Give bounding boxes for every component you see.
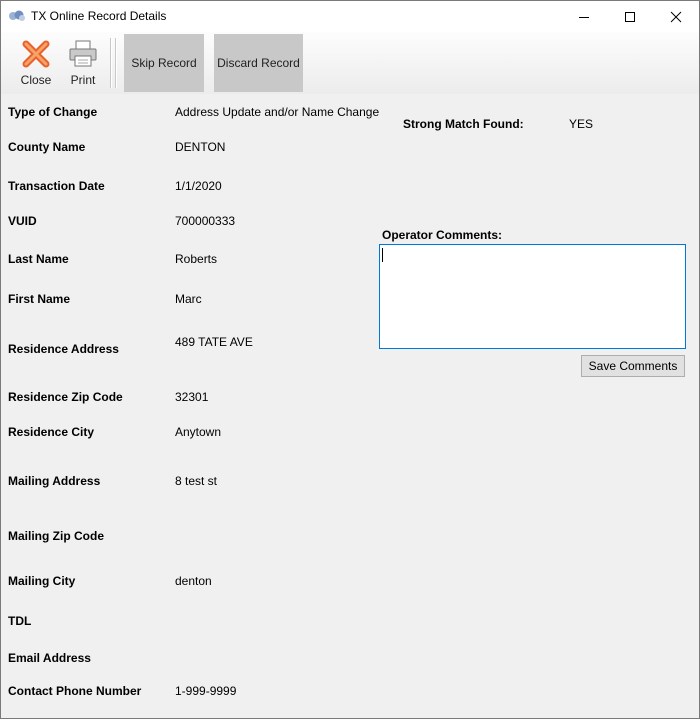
record-details-window: TX Online Record Details Close Print Ski… (0, 0, 700, 719)
transaction-date-label: Transaction Date (8, 179, 105, 193)
transaction-date-value: 1/1/2020 (175, 179, 222, 193)
vuid-value: 700000333 (175, 214, 236, 228)
mailing-city-value: denton (175, 574, 212, 588)
mailing-city-label: Mailing City (8, 574, 76, 588)
last-name-value: Roberts (175, 252, 218, 266)
minimize-button[interactable] (561, 1, 607, 32)
minimize-icon (579, 16, 589, 18)
close-window-button[interactable] (653, 1, 699, 32)
last-name-label: Last Name (8, 252, 69, 266)
first-name-label: First Name (8, 292, 71, 306)
operator-comments-label: Operator Comments: (382, 228, 503, 242)
residence-zip-label: Residence Zip Code (8, 390, 123, 404)
strong-match-value: YES (569, 117, 594, 131)
text-caret (382, 248, 383, 262)
close-x-icon (22, 40, 50, 68)
print-button[interactable]: Print (63, 35, 103, 91)
vuid-label: VUID (8, 214, 37, 228)
type-of-change-label: Type of Change (8, 105, 98, 119)
maximize-button[interactable] (607, 1, 653, 32)
strong-match-label: Strong Match Found: (403, 117, 524, 131)
maximize-icon (625, 11, 635, 22)
email-label: Email Address (8, 651, 91, 665)
first-name-value: Marc (175, 292, 202, 306)
toolbar-separator (115, 38, 117, 88)
phone-value: 1-999-9999 (175, 684, 237, 698)
residence-city-value: Anytown (175, 425, 222, 439)
mailing-address-label: Mailing Address (8, 474, 101, 488)
residence-address-label: Residence Address (8, 342, 119, 356)
tdl-label: TDL (8, 614, 32, 628)
residence-zip-value: 32301 (175, 390, 209, 404)
operator-comments-textarea[interactable] (379, 244, 686, 349)
printer-icon (69, 40, 97, 67)
county-name-label: County Name (8, 140, 86, 154)
residence-city-label: Residence City (8, 425, 95, 439)
close-button[interactable]: Close (15, 35, 57, 91)
window-title: TX Online Record Details (31, 9, 167, 23)
mailing-zip-label: Mailing Zip Code (8, 529, 104, 543)
save-comments-button[interactable]: Save Comments (581, 355, 685, 377)
skip-record-button[interactable]: Skip Record (124, 34, 204, 92)
title-bar: TX Online Record Details (1, 1, 699, 32)
residence-address-value: 489 TATE AVE (175, 335, 253, 349)
phone-label: Contact Phone Number (8, 684, 142, 698)
close-window-icon (670, 11, 682, 22)
type-of-change-value: Address Update and/or Name Change (175, 105, 380, 119)
app-icon (9, 10, 25, 21)
toolbar-separator (110, 38, 112, 88)
print-button-label: Print (70, 73, 96, 87)
close-button-label: Close (20, 73, 52, 87)
toolbar: Close Print Skip Record Discard Record (1, 32, 699, 94)
mailing-address-value: 8 test st (175, 474, 218, 488)
county-name-value: DENTON (175, 140, 226, 154)
discard-record-button[interactable]: Discard Record (214, 34, 303, 92)
